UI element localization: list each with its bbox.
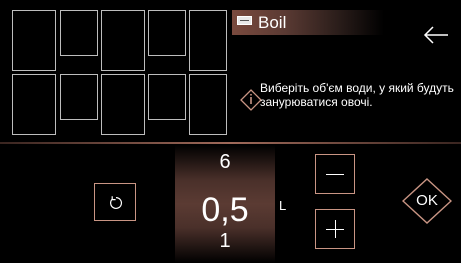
ok-label: OK [416, 192, 438, 209]
preview-tile [60, 10, 98, 56]
preview-tile [101, 74, 145, 135]
mode-header [232, 10, 384, 35]
pot-icon [237, 16, 252, 25]
unit-label: L [279, 198, 287, 213]
preview-tile [60, 74, 98, 120]
preview-tile [148, 10, 186, 56]
back-arrow-icon[interactable] [423, 25, 449, 45]
value-below[interactable]: 1 [175, 229, 275, 253]
value-above[interactable]: 6 [175, 150, 275, 174]
divider [0, 142, 461, 144]
value-current: 0,5 [201, 191, 249, 229]
preview-tile [12, 10, 56, 71]
increase-button[interactable] [315, 209, 355, 249]
preview-tile [101, 10, 145, 71]
ok-button[interactable]: OK [402, 178, 452, 224]
reset-button[interactable] [94, 183, 136, 221]
preview-tile [12, 74, 56, 135]
instruction-text: Виберіть об'єм води, у який будуть занур… [260, 81, 454, 109]
mode-title: Boil [258, 13, 287, 32]
reset-icon [110, 196, 122, 209]
info-diamond-icon [240, 89, 262, 111]
preview-tile [189, 10, 227, 71]
decrease-button[interactable] [315, 154, 355, 194]
preview-tile [189, 74, 227, 135]
preview-tile [148, 74, 186, 120]
